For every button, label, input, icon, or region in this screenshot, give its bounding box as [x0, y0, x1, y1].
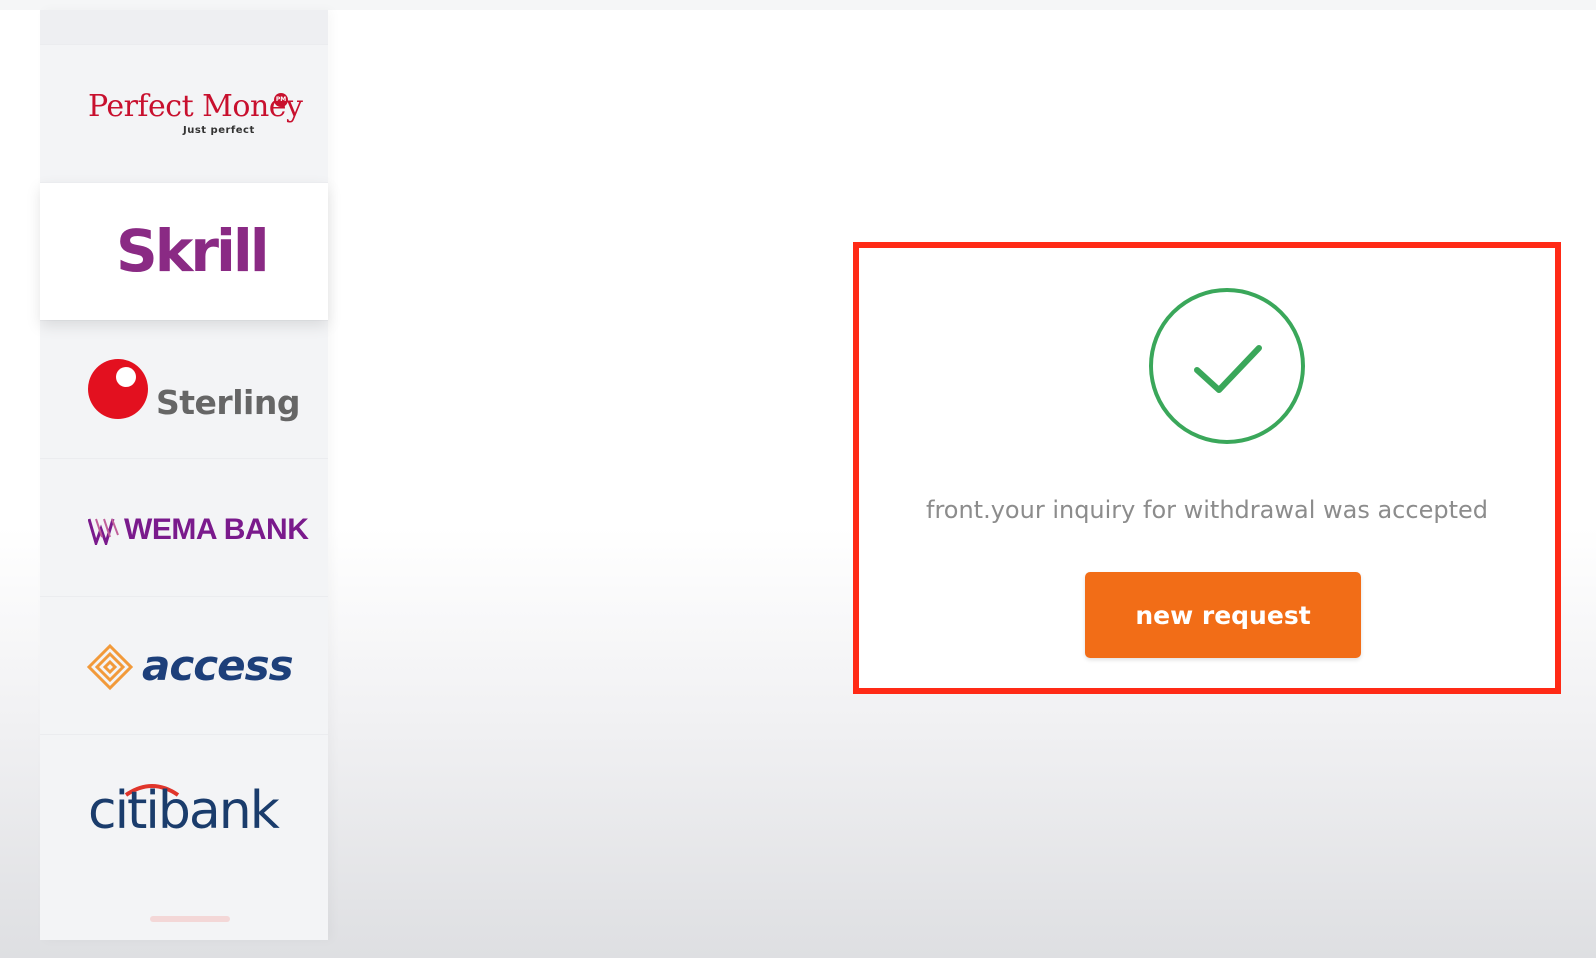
sidebar-header — [40, 10, 328, 44]
new-request-button[interactable]: new request — [1085, 572, 1361, 658]
sterling-circle-icon — [88, 359, 148, 419]
payment-method-access[interactable]: access — [40, 596, 328, 734]
citibank-logo-text: citibank — [88, 781, 280, 841]
access-logo-text: access — [142, 641, 294, 690]
perfect-money-name: Perfect Money — [88, 89, 303, 124]
payment-method-wema-bank[interactable]: WEMA BANK — [40, 458, 328, 596]
access-diamond-icon — [86, 643, 134, 691]
payment-method-perfect-money[interactable]: Perfect Money Just perfect PM — [40, 44, 328, 182]
wema-bank-logo-text: WEMA BANK — [124, 513, 309, 546]
perfect-money-tagline: Just perfect — [183, 125, 255, 136]
perfect-money-badge-icon: PM — [274, 93, 288, 107]
success-message: front.your inquiry for withdrawal was ac… — [926, 496, 1488, 524]
check-circle-icon — [1149, 288, 1305, 444]
payment-methods-sidebar: Perfect Money Just perfect PM Skrill Ste… — [40, 10, 328, 940]
payment-method-citibank[interactable]: citibank — [40, 734, 328, 872]
payment-method-skrill[interactable]: Skrill — [40, 182, 328, 320]
perfect-money-logo: Perfect Money Just perfect PM — [88, 89, 303, 136]
skrill-logo: Skrill — [116, 217, 270, 285]
sterling-logo-text: Sterling — [156, 383, 300, 422]
wema-w-icon — [88, 518, 119, 545]
withdrawal-success-panel: front.your inquiry for withdrawal was ac… — [853, 242, 1561, 694]
scroll-indicator — [150, 916, 230, 922]
top-strip — [0, 0, 1596, 10]
payment-method-sterling[interactable]: Sterling — [40, 320, 328, 458]
